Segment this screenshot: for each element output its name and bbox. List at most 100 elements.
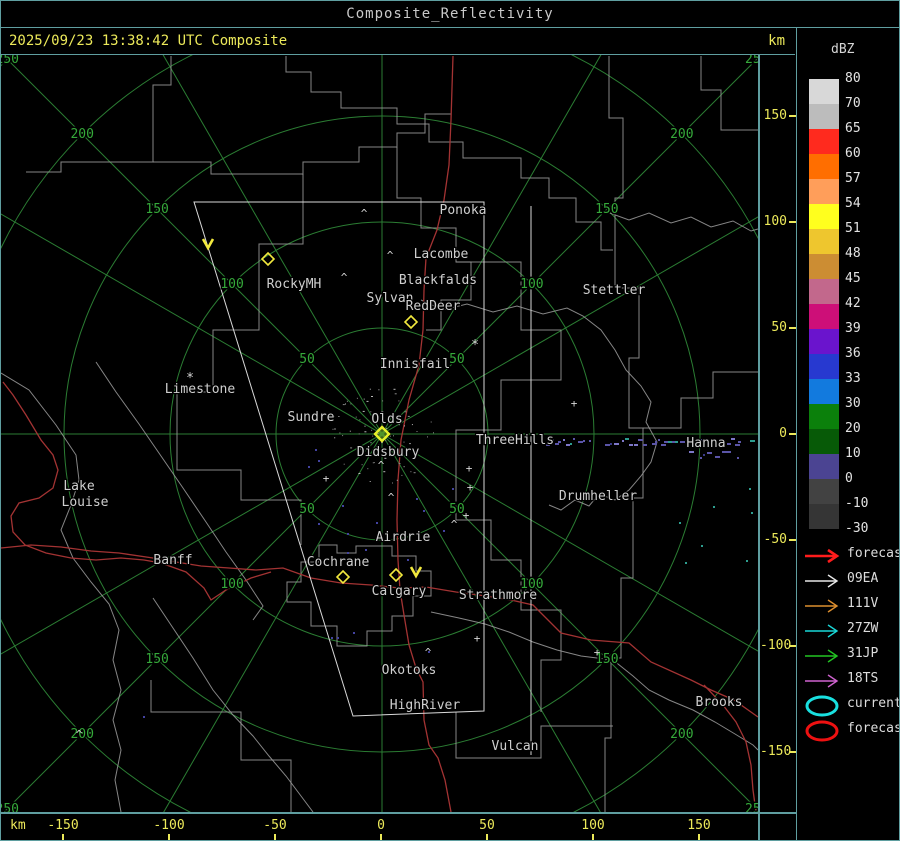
range-ring-label: 250 <box>745 55 758 67</box>
scale-tick-label: 42 <box>845 296 861 311</box>
clutter-speck <box>398 400 400 402</box>
map-boundary <box>152 597 314 813</box>
clutter-speck <box>372 462 374 464</box>
scale-swatch <box>809 404 839 429</box>
map-boundary <box>0 372 122 813</box>
radar-map-svg[interactable]: 5050505010010010010015015015015020020020… <box>0 0 900 841</box>
bottom-tick-mark <box>380 834 382 841</box>
range-ring-label: 250 <box>1 802 19 812</box>
clutter-speck <box>427 436 428 438</box>
city-label-strathmore: Strathmore <box>459 588 537 603</box>
clutter-speck <box>345 403 346 405</box>
range-ring-label: 200 <box>670 127 693 142</box>
clutter-speck <box>366 400 369 402</box>
right-tick-label: 50 <box>771 320 787 335</box>
city-label-sundre: Sundre <box>288 410 335 425</box>
echo-segment <box>689 451 694 453</box>
right-tick-label: 150 <box>763 108 787 123</box>
city-label-banff: Banff <box>153 553 192 568</box>
legend-label: forecast <box>847 721 900 736</box>
storm-diamond-marker[interactable] <box>388 567 404 583</box>
echo-segment <box>707 452 712 454</box>
scale-tick-label: 20 <box>845 421 861 436</box>
echo-speck-teal <box>749 488 751 490</box>
clutter-speck <box>433 432 434 434</box>
storm-vector-marker[interactable] <box>201 238 215 251</box>
clutter-speck <box>407 415 410 417</box>
bottom-tick-mark <box>698 834 700 841</box>
scale-tick-label: 54 <box>845 196 861 211</box>
clutter-speck <box>389 435 391 437</box>
map-road <box>2 381 272 601</box>
clutter-speck <box>369 388 371 390</box>
legend-item-forecast: forecast <box>803 543 900 567</box>
map-boundary <box>606 211 759 232</box>
clutter-speck <box>363 398 365 400</box>
timestamp-label: 2025/09/23 13:38:42 UTC Composite <box>9 33 288 49</box>
town-plus-marker: + <box>474 632 481 645</box>
echo-segment <box>703 454 705 456</box>
echo-segment <box>622 440 624 442</box>
scale-swatch <box>809 154 839 179</box>
clutter-speck <box>393 435 394 437</box>
clutter-speck <box>359 419 361 421</box>
radar-map-view[interactable]: 50 50 50 50 100 100 100 100 150 150 150 150 200 200 20… <box>0 0 900 841</box>
echo-speck <box>365 549 367 551</box>
echo-segment <box>605 444 610 446</box>
clutter-speck <box>430 421 432 423</box>
bottom-tick-label: 150 <box>687 818 711 833</box>
clutter-speck <box>411 424 413 426</box>
clutter-speck <box>404 425 405 427</box>
echo-speck-teal <box>685 562 687 564</box>
clutter-speck <box>371 396 373 397</box>
clutter-speck <box>338 416 340 417</box>
echo-segment <box>735 444 740 446</box>
clutter-speck <box>358 433 360 435</box>
echo-segment <box>629 444 633 446</box>
echo-segment <box>722 451 727 453</box>
town-caret-marker: ^ <box>361 207 368 220</box>
city-label-olds: Olds <box>371 412 402 427</box>
legend-item-18TS: 18TS <box>803 668 898 692</box>
echo-segment <box>727 451 731 453</box>
echo-speck <box>318 460 320 462</box>
echo-speck <box>416 498 418 500</box>
legend-item-111V: 111V <box>803 593 898 617</box>
city-label-cochrane: Cochrane <box>307 555 370 570</box>
clutter-speck <box>342 404 345 406</box>
bottom-tick-mark <box>486 834 488 841</box>
echo-speck-blue <box>143 716 145 718</box>
legend-arrow-icon <box>805 548 840 564</box>
scale-tick-label: 80 <box>845 71 861 86</box>
scale-tick-label: 0 <box>845 471 853 486</box>
bottom-tick-label: 100 <box>581 818 605 833</box>
clutter-speck <box>370 442 372 444</box>
clutter-speck <box>364 431 367 433</box>
scale-unit-label: dBZ <box>831 42 855 57</box>
clutter-speck <box>373 462 375 464</box>
clutter-speck <box>362 410 365 412</box>
bottom-tick-mark <box>592 834 594 841</box>
echo-segment <box>643 444 647 446</box>
city-label-rockymh: RockyMH <box>267 277 322 292</box>
window-title: Composite_Reflectivity <box>0 0 900 28</box>
scale-swatch <box>809 204 839 229</box>
scale-tick-label: 36 <box>845 346 861 361</box>
storm-diamond-marker[interactable] <box>335 569 351 585</box>
legend-item-current: current <box>803 693 900 717</box>
city-label-brooks: Brooks <box>696 695 743 710</box>
echo-speck <box>443 530 445 532</box>
scale-tick-label: 57 <box>845 171 861 186</box>
scale-tick-label: 30 <box>845 396 861 411</box>
scale-swatch <box>809 229 839 254</box>
echo-segment <box>700 457 702 459</box>
town-plus-marker: + <box>594 646 601 659</box>
storm-diamond-marker[interactable] <box>403 314 419 330</box>
echo-speck <box>315 449 317 451</box>
clutter-speck <box>334 437 336 439</box>
legend-item-31JP: 31JP <box>803 643 898 667</box>
echo-segment <box>652 443 657 445</box>
town-caret-marker: ^ <box>388 491 395 504</box>
legend-label: forecast <box>847 546 900 561</box>
echo-segment <box>570 443 572 445</box>
